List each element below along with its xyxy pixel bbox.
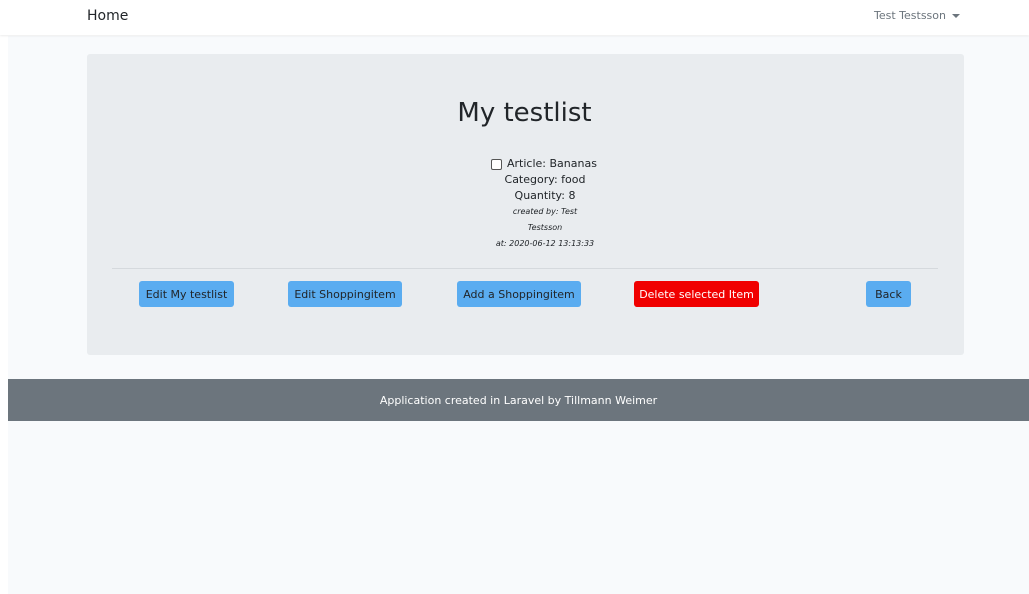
edit-item-button[interactable]: Edit Shoppingitem bbox=[288, 281, 402, 307]
item-article: Article: Bananas bbox=[507, 157, 597, 170]
page-title: My testlist bbox=[457, 98, 592, 128]
divider bbox=[112, 268, 938, 269]
item-category: Category: food bbox=[504, 173, 586, 186]
shopping-item: Article: Bananas Category: food Quantity… bbox=[491, 156, 597, 252]
top-navbar: Home Test Testsson bbox=[0, 0, 1029, 35]
add-item-button[interactable]: Add a Shoppingitem bbox=[457, 281, 581, 307]
back-button[interactable]: Back bbox=[866, 281, 911, 307]
user-dropdown[interactable]: Test Testsson bbox=[874, 9, 960, 22]
edit-list-button[interactable]: Edit My testlist bbox=[139, 281, 234, 307]
footer-text: Application created in Laravel by Tillma… bbox=[379, 393, 658, 407]
home-link[interactable]: Home bbox=[87, 8, 128, 24]
item-quantity: Quantity: 8 bbox=[514, 189, 576, 202]
item-created-at: at: 2020-06-12 13:13:33 bbox=[495, 239, 595, 248]
delete-selected-button[interactable]: Delete selected Item bbox=[634, 281, 759, 307]
item-checkbox[interactable] bbox=[491, 158, 502, 170]
footer: Application created in Laravel by Tillma… bbox=[8, 379, 1029, 421]
item-created-by: created by: Test Testsson bbox=[512, 207, 578, 232]
user-name: Test Testsson bbox=[874, 9, 946, 22]
caret-down-icon bbox=[951, 13, 960, 18]
